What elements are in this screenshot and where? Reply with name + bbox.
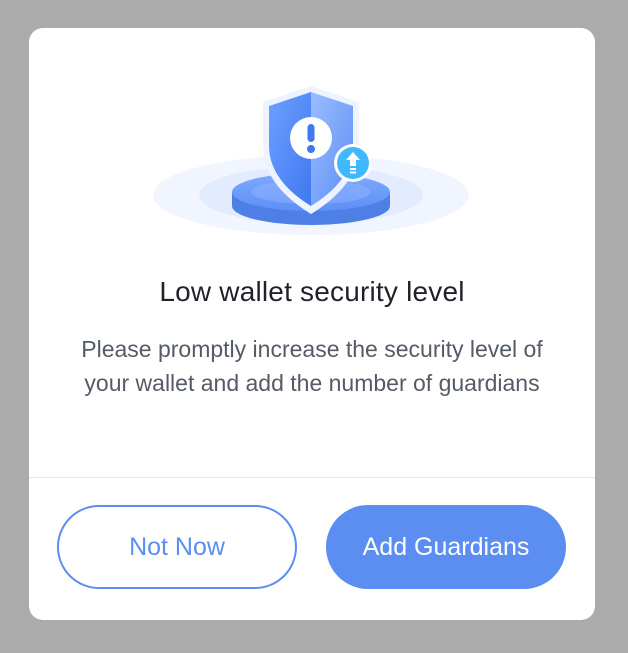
divider xyxy=(29,477,595,478)
upload-arrow-icon xyxy=(334,144,372,182)
not-now-button[interactable]: Not Now xyxy=(57,505,297,589)
security-alert-dialog: Low wallet security level Please promptl… xyxy=(29,28,595,620)
security-illustration xyxy=(151,80,473,240)
dialog-title: Low wallet security level xyxy=(159,276,465,307)
add-guardians-button[interactable]: Add Guardians xyxy=(326,505,566,589)
dialog-message: Please promptly increase the security le… xyxy=(81,336,543,396)
